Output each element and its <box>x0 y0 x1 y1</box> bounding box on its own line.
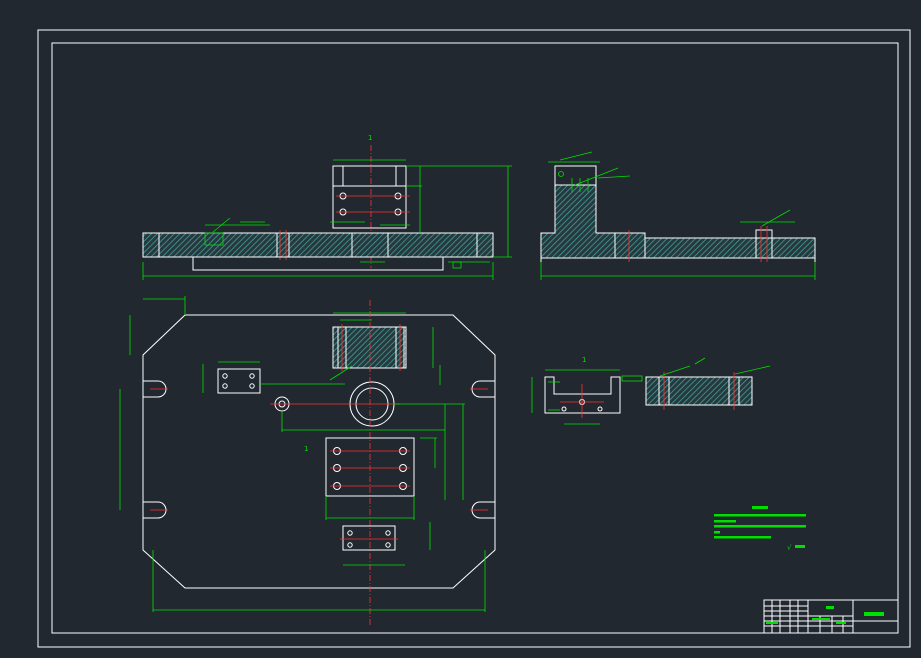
inner-frame <box>51 42 899 634</box>
roughness-symbol: √ <box>787 544 792 552</box>
detail-label: 1 <box>304 445 308 453</box>
plan-view[interactable]: 1 <box>119 296 496 625</box>
outer-frame <box>37 29 911 648</box>
technical-requirements: √ <box>714 506 806 552</box>
side-view[interactable] <box>540 151 816 280</box>
cad-drawing-canvas[interactable]: 1 1 1 √ <box>0 0 921 658</box>
front-view[interactable]: 1 <box>142 134 512 280</box>
title-block[interactable] <box>763 599 899 634</box>
section-mark-detail: 1 <box>582 356 586 364</box>
section-mark-top: 1 <box>368 134 372 142</box>
section-detail-view[interactable]: 1 <box>531 356 771 425</box>
